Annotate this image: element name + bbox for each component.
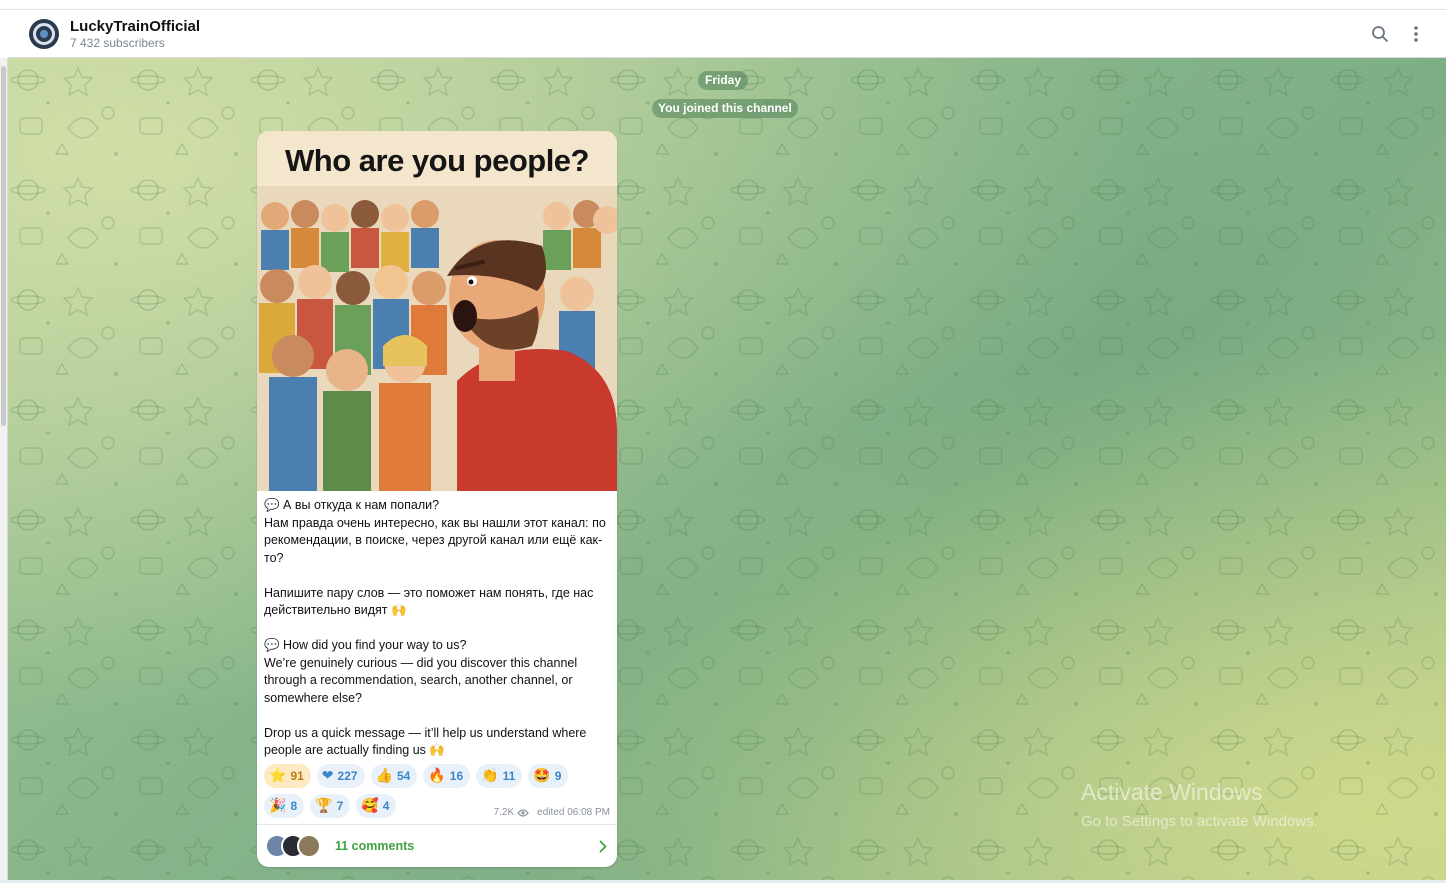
- reaction-smiling-hearts[interactable]: 🥰 4: [356, 794, 397, 818]
- reaction-count: 227: [337, 769, 358, 783]
- reaction-star-struck[interactable]: 🤩 9: [528, 764, 569, 788]
- fire-icon: 🔥: [428, 768, 446, 784]
- trophy-icon: 🏆: [315, 798, 333, 814]
- post-meta: 7.2K edited 06:08 PM: [494, 807, 610, 818]
- reaction-count: 7: [336, 799, 344, 813]
- reaction-trophy[interactable]: 🏆 7: [310, 794, 351, 818]
- subscriber-count: 7 432 subscribers: [70, 35, 165, 50]
- watermark-title: Activate Windows: [1081, 779, 1263, 805]
- reaction-star[interactable]: ⭐ 91: [264, 764, 311, 788]
- clapping-hands-icon: 👏: [481, 768, 499, 784]
- reaction-heart[interactable]: ❤ 227: [316, 764, 365, 788]
- edited-timestamp: edited 06:08 PM: [537, 807, 610, 818]
- chat-background: [8, 58, 1446, 880]
- channel-title[interactable]: LuckyTrainOfficial: [70, 18, 200, 36]
- reaction-count: 4: [382, 799, 390, 813]
- comments-button[interactable]: 11 comments: [257, 824, 617, 867]
- post-text: 💬 А вы откуда к нам попали? Нам правда о…: [264, 498, 606, 757]
- reaction-party[interactable]: 🎉 8: [264, 794, 305, 818]
- reaction-count: 91: [290, 769, 304, 783]
- watermark-subtitle: Go to Settings to activate Windows.: [1081, 813, 1318, 830]
- search-button[interactable]: [1368, 22, 1392, 46]
- train-logo-icon: [33, 22, 55, 45]
- doodle-pattern: [8, 58, 1446, 880]
- channel-post: Who are you people? 💬 А вы откуда к нам …: [257, 131, 617, 867]
- post-image[interactable]: Who are you people?: [257, 131, 617, 491]
- eye-icon: [517, 808, 529, 817]
- thumbs-up-icon: 👍: [375, 768, 393, 784]
- header-actions: [1356, 22, 1428, 46]
- scrollbar-thumb[interactable]: [1, 66, 6, 426]
- image-caption-text: Who are you people?: [285, 143, 589, 178]
- reaction-count: 8: [290, 799, 298, 813]
- service-message: You joined this channel: [652, 99, 798, 118]
- comments-count: 11 comments: [335, 839, 415, 853]
- reaction-count: 11: [502, 769, 516, 783]
- reaction-clap[interactable]: 👏 11: [476, 764, 523, 788]
- star-struck-icon: 🤩: [533, 768, 551, 784]
- window-top-edge: [0, 0, 1446, 10]
- channel-avatar[interactable]: [29, 18, 59, 49]
- date-separator: Friday: [698, 71, 749, 90]
- reaction-thumbs-up[interactable]: 👍 54: [370, 764, 418, 788]
- more-vertical-icon: [1414, 25, 1418, 42]
- commenter-avatars: [265, 834, 321, 858]
- heart-icon: ❤: [321, 768, 334, 784]
- party-popper-icon: 🎉: [269, 798, 287, 814]
- reaction-count: 54: [397, 769, 411, 783]
- channel-info[interactable]: LuckyTrainOfficial 7 432 subscribers: [70, 18, 200, 50]
- reaction-fire[interactable]: 🔥 16: [423, 764, 471, 788]
- chevron-right-icon: [599, 840, 607, 852]
- crowd-illustration: [257, 186, 617, 491]
- search-icon: [1372, 25, 1388, 42]
- reaction-count: 16: [449, 769, 464, 783]
- windows-activation-watermark: Activate Windows Go to Settings to activ…: [1081, 778, 1318, 832]
- avatar: [297, 834, 321, 858]
- sidebar-scrollbar[interactable]: [0, 58, 8, 883]
- star-icon: ⭐: [269, 768, 287, 784]
- smiling-face-hearts-icon: 🥰: [361, 798, 379, 814]
- reaction-count: 9: [554, 769, 562, 783]
- chat-header: LuckyTrainOfficial 7 432 subscribers: [8, 10, 1446, 58]
- more-menu-button[interactable]: [1404, 22, 1428, 46]
- view-count: 7.2K: [493, 807, 515, 818]
